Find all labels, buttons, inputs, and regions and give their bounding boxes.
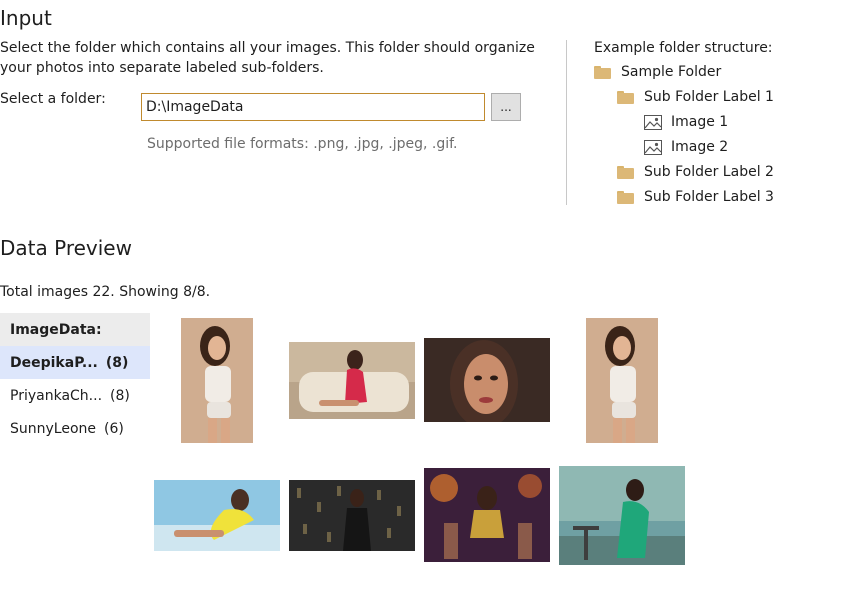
label-name: PriyankaCh... [10,387,103,404]
label-item-sunny[interactable]: SunnyLeone (6) [0,412,150,445]
input-description: Select the folder which contains all you… [0,40,535,76]
image-thumbnail[interactable] [424,468,550,562]
label-item-priyanka[interactable]: PriyankaCh... (8) [0,379,150,412]
folder-icon [594,65,611,79]
label-list: ImageData: DeepikaP... (8) PriyankaCh...… [0,313,150,445]
tree-item-image-1: Image 1 [644,112,728,132]
label-name: SunnyLeone [10,420,97,437]
image-icon [644,139,662,155]
image-thumbnail[interactable] [154,480,280,551]
tree-item-sub-folder-3: Sub Folder Label 3 [617,187,774,207]
example-structure-title: Example folder structure: [594,40,773,56]
browse-button[interactable]: ... [491,93,521,121]
folder-path-input[interactable] [141,93,485,121]
image-thumbnail[interactable] [289,480,415,551]
image-thumbnail[interactable] [586,318,658,443]
section-divider [566,40,567,205]
tree-item-image-2: Image 2 [644,137,728,157]
image-thumbnail[interactable] [181,318,253,443]
tree-item-label: Sample Folder [621,64,722,80]
label-list-header: ImageData: [0,313,150,346]
label-count: (6) [104,420,124,437]
image-thumbnail[interactable] [289,342,415,419]
tree-item-sub-folder-2: Sub Folder Label 2 [617,162,774,182]
input-section-title: Input [0,6,52,30]
tree-item-label: Image 1 [671,114,729,130]
tree-item-label: Sub Folder Label 1 [644,89,774,105]
label-name: DeepikaP... [10,354,98,371]
tree-item-label: Sub Folder Label 2 [644,164,774,180]
supported-formats-note: Supported file formats: .png, .jpg, .jpe… [147,136,458,152]
folder-icon [617,190,634,204]
tree-item-label: Image 2 [671,139,729,155]
folder-label: Select a folder: [0,91,106,107]
label-count: (8) [105,354,129,371]
tree-item-label: Sub Folder Label 3 [644,189,774,205]
folder-icon [617,90,634,104]
total-images-summary: Total images 22. Showing 8/8. [0,284,211,300]
image-thumbnail[interactable] [424,338,550,422]
folder-icon [617,165,634,179]
image-thumbnail[interactable] [559,466,685,565]
label-item-deepika[interactable]: DeepikaP... (8) [0,346,150,379]
tree-item-sub-folder-1: Sub Folder Label 1 [617,87,774,107]
data-preview-title: Data Preview [0,236,132,260]
tree-item-sample-folder: Sample Folder [594,62,721,82]
image-icon [644,114,662,130]
label-count: (8) [110,387,130,404]
